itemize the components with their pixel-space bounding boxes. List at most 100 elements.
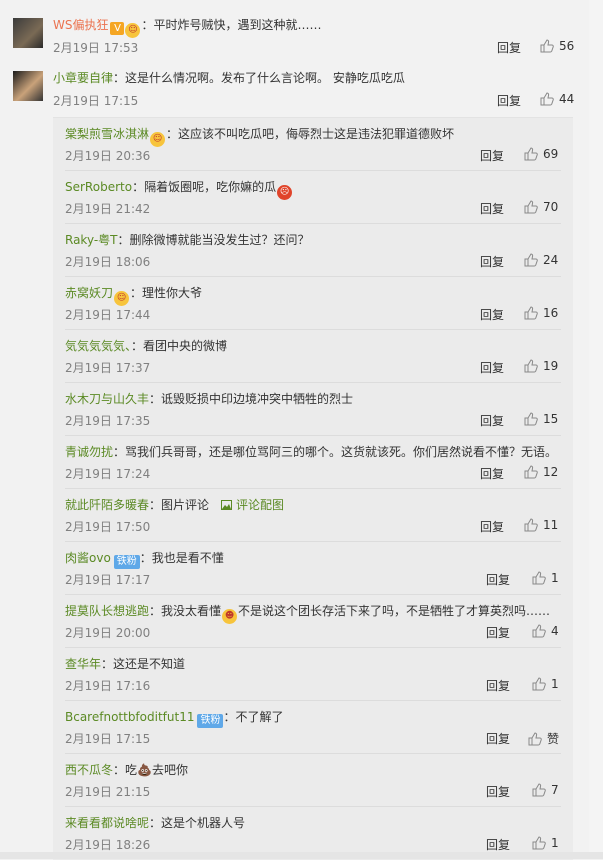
scrollbar[interactable] <box>589 0 603 859</box>
thumb-up-icon <box>524 253 538 267</box>
username-link[interactable]: 就此阡陌多暖春 <box>65 498 149 512</box>
reply-text: ：删除微博就能当没发生过？还问？ <box>117 233 310 247</box>
reply-button[interactable]: 回复 <box>486 730 510 747</box>
like-button[interactable]: 15 <box>524 412 558 426</box>
reply-text: ：看团中央的微博 <box>131 339 228 353</box>
vip-badge-icon: V <box>110 22 125 35</box>
reply-item: 西不瓜冬：吃💩去吧你 2月19日 21:15 回复 7 <box>65 754 561 807</box>
reply-text: ：不了解了 <box>223 710 284 724</box>
thumb-up-icon <box>528 732 542 746</box>
reply-button[interactable]: 回复 <box>480 147 504 164</box>
reply-date: 2月19日 17:50 <box>65 520 151 534</box>
smile-emoji-icon: ☺ <box>150 132 166 147</box>
reply-date: 2月19日 17:15 <box>65 732 151 746</box>
thumb-up-icon <box>524 412 538 426</box>
reply-date: 2月19日 17:17 <box>65 573 151 587</box>
reply-button[interactable]: 回复 <box>486 624 510 641</box>
username-link[interactable]: Bcarefnottbfoditfut11 <box>65 710 194 724</box>
username-link[interactable]: 気気気気気、 <box>65 339 131 353</box>
username-link[interactable]: Raky-粤T <box>65 233 118 247</box>
reply-button[interactable]: 回复 <box>480 359 504 376</box>
reply-button[interactable]: 回复 <box>480 412 504 429</box>
reply-date: 2月19日 17:37 <box>65 361 151 375</box>
username-link[interactable]: WS偏执狂 <box>53 18 108 32</box>
like-button[interactable]: 11 <box>524 518 558 532</box>
username-link[interactable]: 棠梨煎雪冰淇淋 <box>65 127 149 141</box>
reply-button[interactable]: 回复 <box>486 571 510 588</box>
bottom-edge <box>0 852 603 859</box>
reply-button[interactable]: 回复 <box>497 92 521 109</box>
thumb-up-icon <box>524 465 538 479</box>
username-link[interactable]: 青诚勿扰 <box>65 445 113 459</box>
username-link[interactable]: 水木刀与山久丰 <box>65 392 149 406</box>
like-button[interactable]: 69 <box>524 147 558 161</box>
thumb-up-icon <box>524 359 538 373</box>
username-link[interactable]: 肉酱ovo <box>65 551 111 565</box>
thumb-up-icon <box>524 147 538 161</box>
thumb-up-icon <box>532 624 546 638</box>
like-button[interactable]: 12 <box>524 465 558 479</box>
like-button[interactable]: 70 <box>524 200 558 214</box>
reply-text-continued: 不是说这个团长存活下来了吗，不是牺牲了才算英烈吗…… <box>238 604 551 618</box>
avatar[interactable] <box>13 71 43 101</box>
thumb-up-icon <box>524 200 538 214</box>
laughing-emoji-icon: ☻ <box>222 609 238 624</box>
reply-date: 2月19日 17:24 <box>65 467 151 481</box>
username-link[interactable]: SerRoberto <box>65 180 132 194</box>
reply-button[interactable]: 回复 <box>480 253 504 270</box>
like-button[interactable]: 16 <box>524 306 558 320</box>
thumb-up-icon <box>532 571 546 585</box>
reply-button[interactable]: 回复 <box>480 200 504 217</box>
smile-emoji-icon: ☺ <box>125 23 141 38</box>
like-button[interactable]: 赞 <box>528 730 559 747</box>
like-count: 56 <box>559 39 575 53</box>
fan-badge: 铁粉 <box>113 555 140 569</box>
reply-button[interactable]: 回复 <box>480 465 504 482</box>
like-button[interactable]: 1 <box>532 836 559 850</box>
reply-button[interactable]: 回复 <box>480 306 504 323</box>
fan-badge: 铁粉 <box>197 714 224 728</box>
username-link[interactable]: 查华年 <box>65 657 101 671</box>
username-link[interactable]: 赤窝妖刀 <box>65 286 113 300</box>
angry-emoji-icon: ☹ <box>277 185 293 200</box>
reply-button[interactable]: 回复 <box>486 677 510 694</box>
comment-item: WS偏执狂 V ☺ ：平时炸号贼快，遇到这种就…… 2月19日 17:53 回复 56 <box>0 0 603 55</box>
comment-item: 小章要自律：这是什么情况啊。发布了什么言论啊。 安静吃瓜吃瓜 2月19日 17:… <box>0 53 603 109</box>
reply-date: 2月19日 17:16 <box>65 679 151 693</box>
reply-item: 查华年：这还是不知道 2月19日 17:16 回复 1 <box>65 648 561 701</box>
reply-item: 提莫队长想逃跑：我没太看懂 ☻ 不是说这个团长存活下来了吗，不是牺牲了才算英烈吗……… <box>65 595 561 648</box>
reply-text: ：这应该不叫吃瓜吧，侮辱烈士这是违法犯罪道德败坏 <box>166 127 455 141</box>
smile-emoji-icon: ☺ <box>114 291 130 306</box>
username-link[interactable]: 来看看都说啥呢 <box>65 816 149 830</box>
like-count: 12 <box>543 465 559 479</box>
reply-button[interactable]: 回复 <box>486 783 510 800</box>
like-count: 70 <box>543 200 559 214</box>
like-count: 19 <box>543 359 559 373</box>
like-button[interactable]: 19 <box>524 359 558 373</box>
reply-item: Raky-粤T：删除微博就能当没发生过？还问？ 2月19日 18:06 回复 2… <box>65 224 561 277</box>
like-button[interactable]: 24 <box>524 253 558 267</box>
username-link[interactable]: 西不瓜冬 <box>65 763 113 777</box>
thumb-up-icon <box>532 783 546 797</box>
like-button[interactable]: 56 <box>540 39 574 53</box>
like-button[interactable]: 44 <box>540 92 574 106</box>
reply-date: 2月19日 18:06 <box>65 255 151 269</box>
username-link[interactable]: 提莫队长想逃跑 <box>65 604 149 618</box>
picture-link[interactable]: 评论配图 <box>221 498 284 512</box>
avatar[interactable] <box>13 18 43 48</box>
thumb-up-icon <box>540 39 554 53</box>
reply-button[interactable]: 回复 <box>480 518 504 535</box>
thumb-up-icon <box>532 836 546 850</box>
like-count: 1 <box>551 677 559 691</box>
like-button[interactable]: 7 <box>532 783 559 797</box>
like-button[interactable]: 4 <box>532 624 559 638</box>
sub-replies-panel: 棠梨煎雪冰淇淋 ☺ ：这应该不叫吃瓜吧，侮辱烈士这是违法犯罪道德败坏 2月19日 2… <box>53 117 573 860</box>
reply-button[interactable]: 回复 <box>486 836 510 853</box>
like-count: 24 <box>543 253 559 267</box>
comment-text: ：这是什么情况啊。发布了什么言论啊。 安静吃瓜吃瓜 <box>113 71 405 85</box>
like-button[interactable]: 1 <box>532 571 559 585</box>
username-link[interactable]: 小章要自律 <box>53 71 113 85</box>
like-button[interactable]: 1 <box>532 677 559 691</box>
reply-text: ：我没太看懂 <box>149 604 222 618</box>
reply-date: 2月19日 21:15 <box>65 785 151 799</box>
